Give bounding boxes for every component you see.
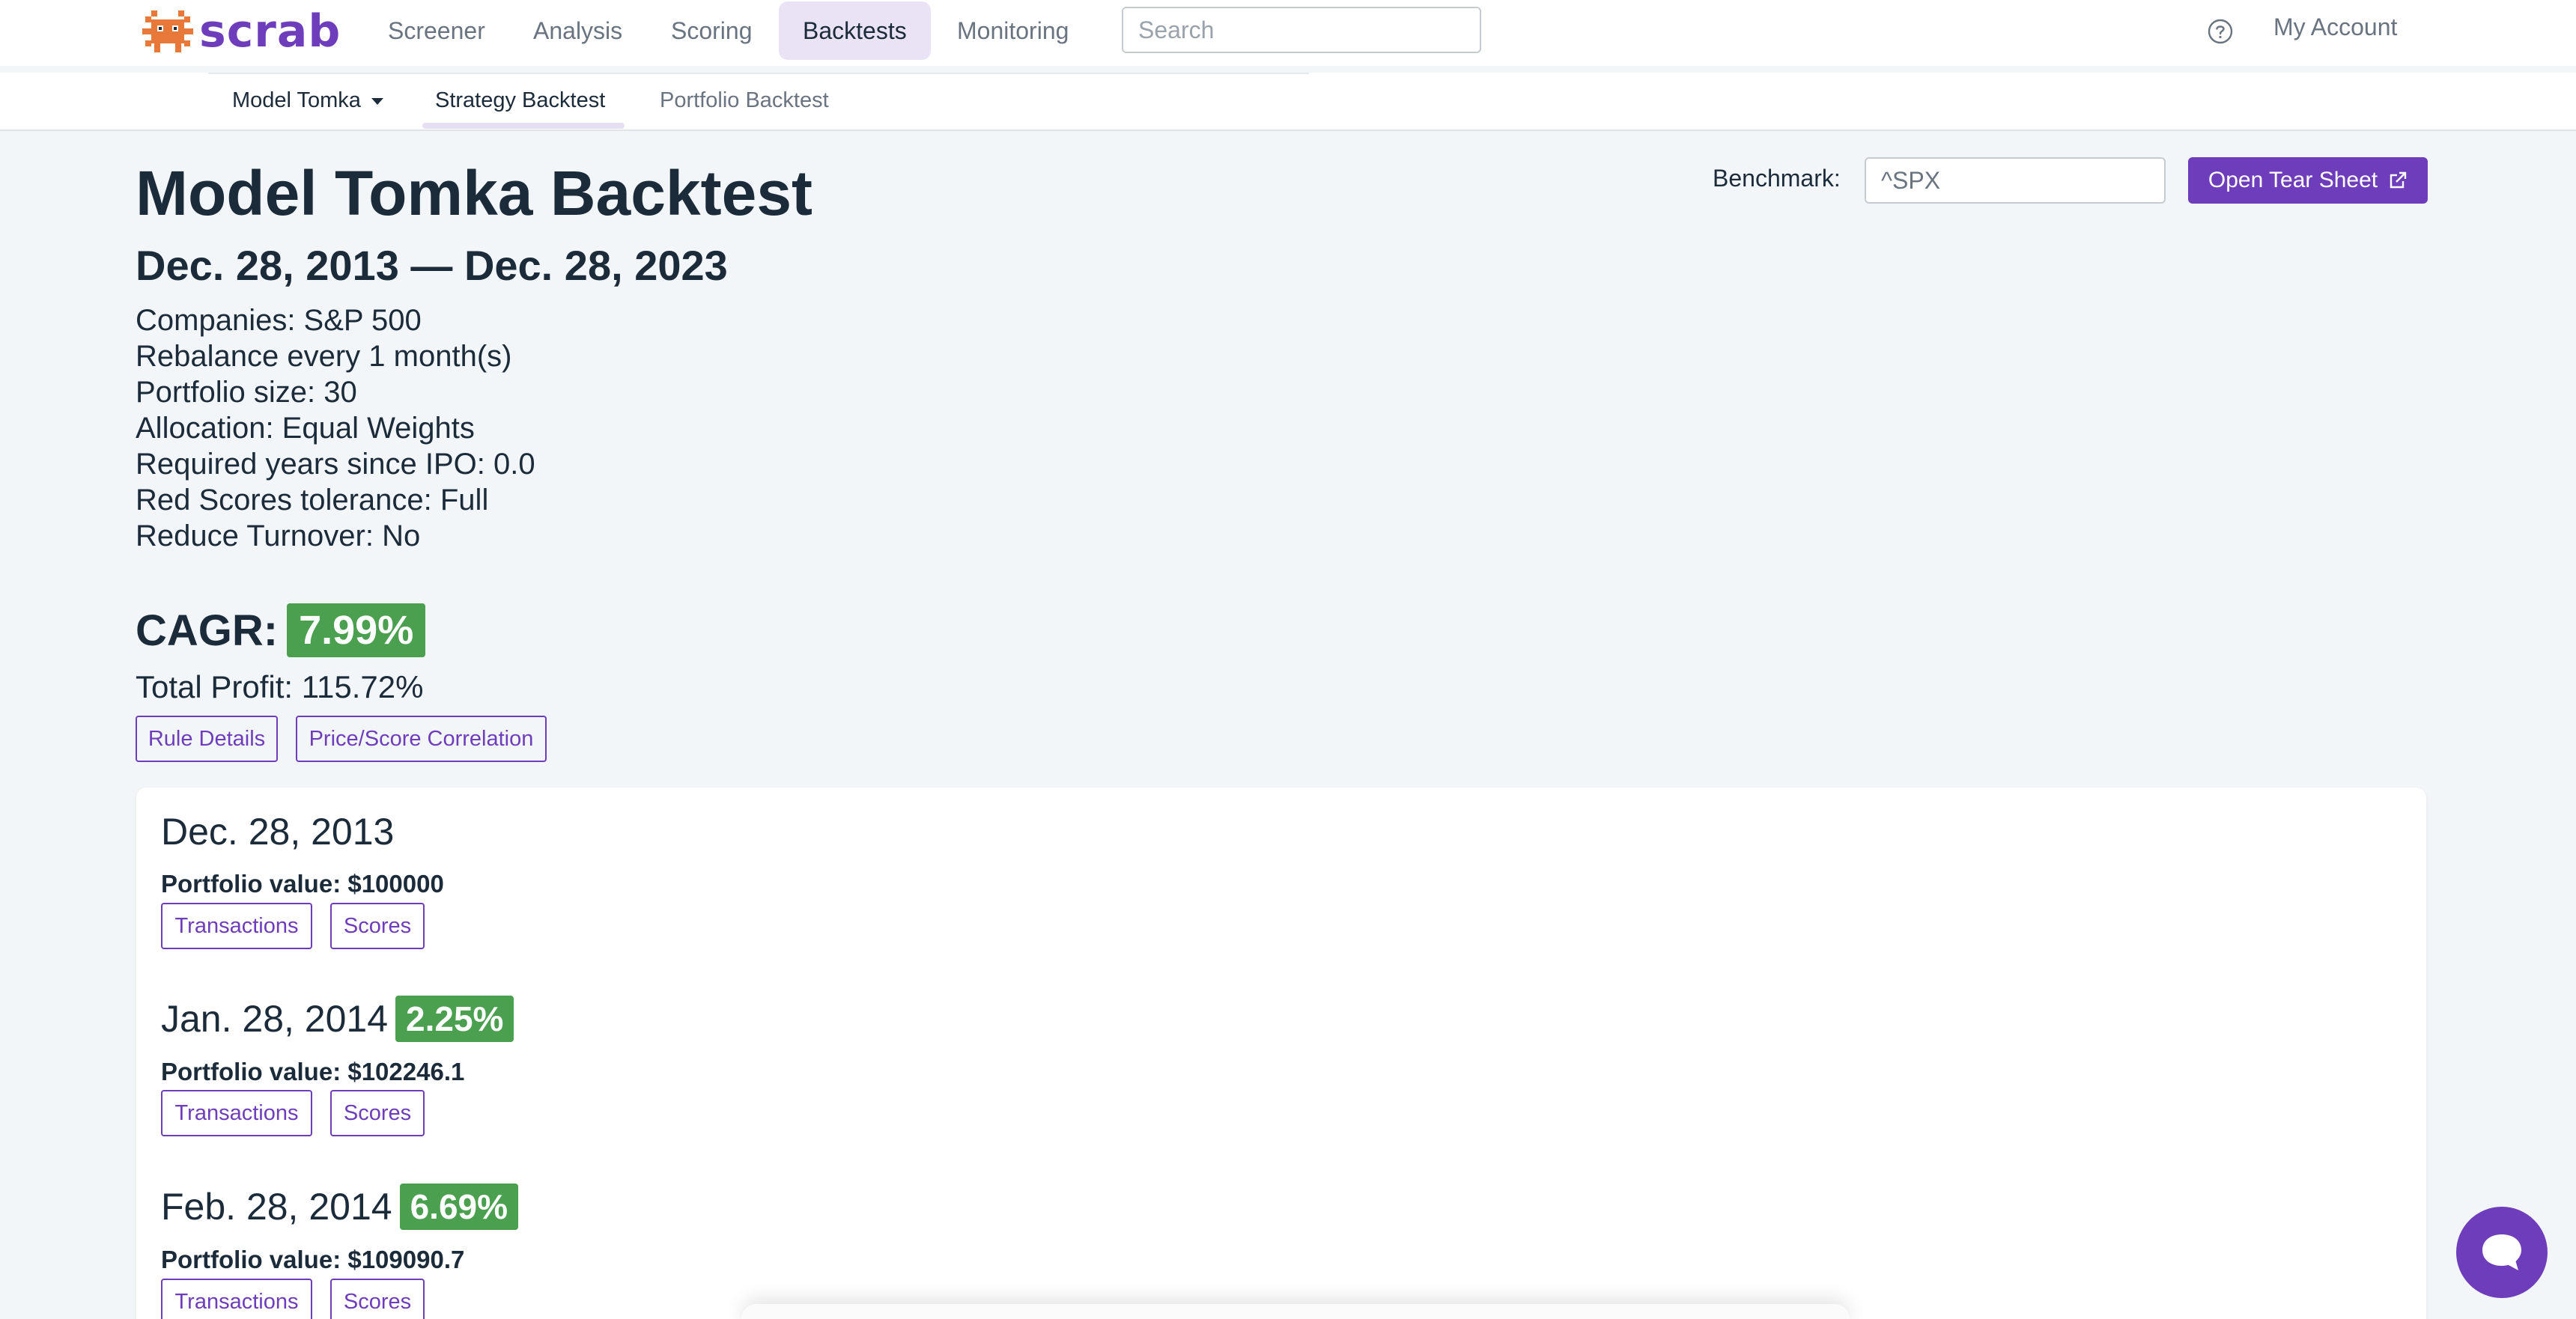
scores-button[interactable]: Scores <box>330 1279 425 1319</box>
rebalance-date-text: Feb. 28, 2014 <box>161 1186 392 1228</box>
rebalance-date: Feb. 28, 2014 6.69% <box>161 1184 519 1230</box>
rebalance-date: Dec. 28, 2013 <box>161 810 394 853</box>
total-profit: Total Profit: 115.72% <box>136 669 424 704</box>
question-circle-icon[interactable] <box>2208 19 2233 44</box>
nav-screener[interactable]: Screener <box>364 1 509 60</box>
model-dropdown-label: Model Tomka <box>232 88 361 112</box>
chat-button[interactable] <box>2456 1207 2548 1298</box>
nav-monitoring[interactable]: Monitoring <box>933 1 1093 60</box>
setting-red-scores: Red Scores tolerance: Full <box>136 484 489 517</box>
tab-strategy-backtest[interactable]: Strategy Backtest <box>435 88 605 113</box>
divider <box>208 73 1309 74</box>
my-account-link[interactable]: My Account <box>2273 13 2397 41</box>
crab-logo-icon <box>142 10 193 52</box>
benchmark-input[interactable] <box>1865 157 2166 204</box>
setting-allocation: Allocation: Equal Weights <box>136 412 475 445</box>
benchmark-label: Benchmark: <box>1713 165 1841 192</box>
backtest-settings: Companies: S&P 500 Rebalance every 1 mon… <box>136 302 535 554</box>
return-badge: 6.69% <box>399 1184 519 1230</box>
rebalance-date-text: Jan. 28, 2014 <box>161 998 389 1040</box>
external-link-icon <box>2390 171 2407 189</box>
transactions-button[interactable]: Transactions <box>161 1279 312 1319</box>
date-range: Dec. 28, 2013 — Dec. 28, 2023 <box>136 242 728 289</box>
nav-backtests[interactable]: Backtests <box>779 1 931 60</box>
tab-portfolio-backtest[interactable]: Portfolio Backtest <box>660 88 829 113</box>
setting-portfolio-size: Portfolio size: 30 <box>136 376 357 409</box>
rule-details-button[interactable]: Rule Details <box>136 716 278 762</box>
nav-scoring[interactable]: Scoring <box>647 1 777 60</box>
portfolio-value: Portfolio value: $100000 <box>161 870 444 898</box>
page-title: Model Tomka Backtest <box>136 158 813 228</box>
bottom-popup-edge <box>741 1304 1850 1319</box>
active-tab-indicator <box>422 123 625 129</box>
portfolio-value: Portfolio value: $109090.7 <box>161 1246 465 1273</box>
setting-companies: Companies: S&P 500 <box>136 304 422 337</box>
rebalance-date-text: Dec. 28, 2013 <box>161 811 395 853</box>
cagr-row: CAGR: 7.99% <box>136 603 426 657</box>
scores-button[interactable]: Scores <box>330 903 425 949</box>
setting-years-since-ipo: Required years since IPO: 0.0 <box>136 448 535 481</box>
setting-reduce-turnover: Reduce Turnover: No <box>136 520 421 552</box>
cagr-badge: 7.99% <box>287 603 426 657</box>
logo[interactable]: scrab <box>136 1 341 61</box>
model-dropdown[interactable]: Model Tomka <box>232 88 383 113</box>
portfolio-value: Portfolio value: $102246.1 <box>161 1058 465 1085</box>
scores-button[interactable]: Scores <box>330 1090 425 1136</box>
return-badge: 2.25% <box>395 996 514 1042</box>
open-tear-sheet-button[interactable]: Open Tear Sheet <box>2188 157 2428 204</box>
chat-bubble-icon <box>2482 1234 2521 1270</box>
transactions-button[interactable]: Transactions <box>161 1090 312 1136</box>
cagr-label: CAGR: <box>136 606 279 655</box>
rebalance-date: Jan. 28, 2014 2.25% <box>161 996 514 1042</box>
search-input[interactable] <box>1122 7 1481 53</box>
sub-navbar <box>0 73 2576 131</box>
top-navbar: scrab Screener Analysis Scoring Backtest… <box>0 0 2576 66</box>
transactions-button[interactable]: Transactions <box>161 903 312 949</box>
price-score-correlation-button[interactable]: Price/Score Correlation <box>296 716 547 762</box>
setting-rebalance: Rebalance every 1 month(s) <box>136 340 512 373</box>
caret-down-icon <box>371 97 383 105</box>
rebalance-list-card <box>136 788 2426 1319</box>
open-tear-sheet-label: Open Tear Sheet <box>2208 168 2378 192</box>
brand-name: scrab <box>199 5 341 58</box>
nav-analysis[interactable]: Analysis <box>509 1 646 60</box>
